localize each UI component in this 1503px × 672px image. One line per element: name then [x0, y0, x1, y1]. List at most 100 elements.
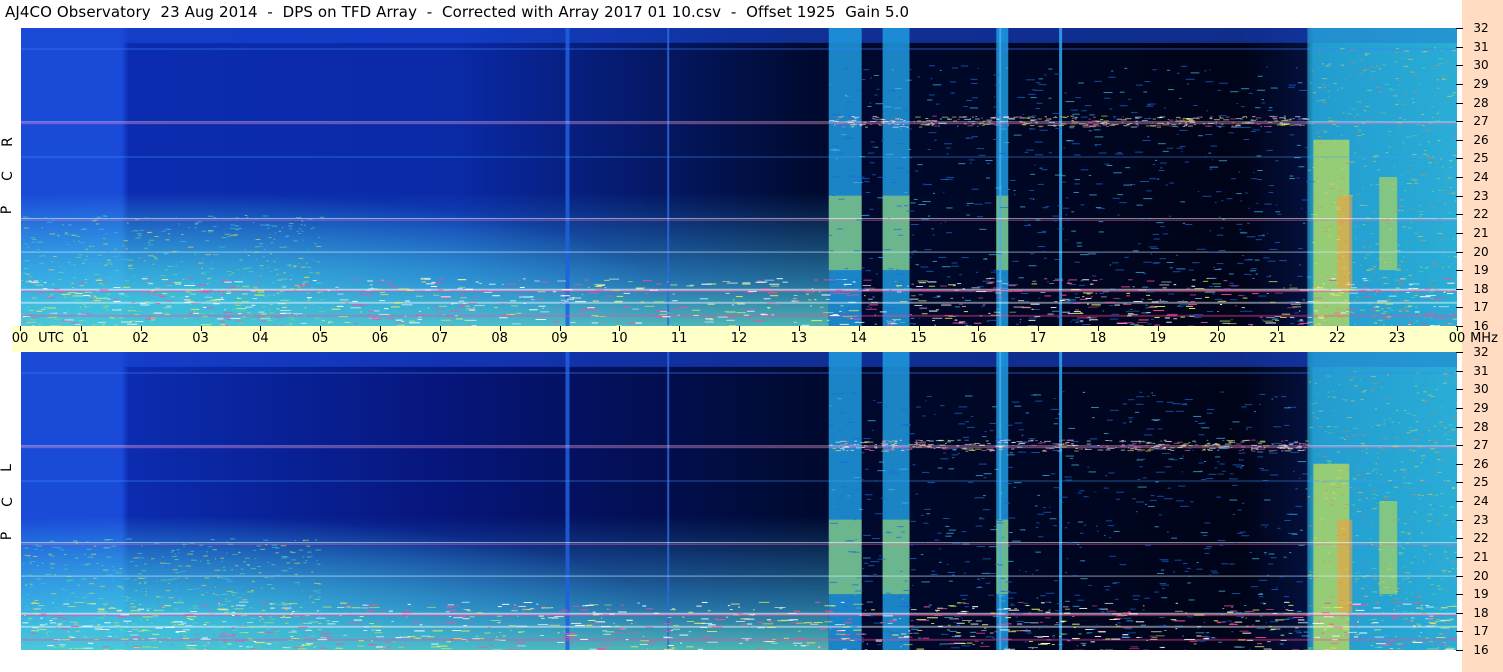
noise-speck: [1245, 121, 1255, 123]
noise-speck: [1243, 139, 1250, 141]
noise-speck: [1206, 110, 1209, 112]
noise-speck: [1035, 505, 1038, 507]
noise-speck: [365, 610, 375, 612]
noise-speck: [118, 254, 120, 256]
noise-speck: [1300, 207, 1302, 209]
noise-speck: [107, 218, 110, 220]
noise-speck: [200, 291, 211, 293]
noise-speck: [892, 445, 894, 447]
noise-speck: [597, 621, 606, 623]
noise-speck: [282, 285, 288, 287]
noise-speck: [829, 419, 833, 421]
noise-speck: [717, 316, 728, 318]
noise-speck: [892, 634, 899, 636]
noise-speck: [255, 258, 258, 260]
noise-speck: [478, 646, 484, 648]
noise-speck: [731, 304, 735, 306]
noise-speck: [269, 603, 277, 605]
noise-speck: [1196, 116, 1202, 118]
noise-speck: [1317, 286, 1320, 288]
noise-speck: [1259, 403, 1261, 405]
noise-speck: [1200, 532, 1208, 534]
noise-speck: [1178, 305, 1180, 307]
noise-speck: [920, 554, 924, 556]
noise-speck: [1153, 238, 1160, 240]
noise-speck: [1321, 607, 1332, 609]
noise-speck: [1255, 637, 1267, 639]
noise-speck: [1227, 611, 1235, 613]
noise-speck: [1007, 117, 1014, 119]
noise-speck: [1124, 628, 1133, 630]
noise-speck: [853, 629, 862, 631]
noise-speck: [445, 611, 450, 613]
noise-speck: [167, 265, 173, 267]
noise-speck: [742, 282, 751, 284]
noise-speck: [167, 233, 171, 235]
noise-speck: [1034, 89, 1044, 91]
noise-speck: [1421, 124, 1425, 126]
noise-speck: [1394, 259, 1398, 261]
noise-speck: [974, 497, 977, 499]
noise-speck: [401, 321, 405, 323]
noise-speck: [1173, 318, 1178, 320]
noise-speck: [1003, 188, 1007, 190]
noise-speck: [1400, 210, 1404, 212]
noise-speck: [417, 318, 423, 320]
noise-speck: [1075, 321, 1079, 323]
noise-speck: [1223, 445, 1230, 447]
noise-speck: [925, 400, 927, 402]
noise-speck: [499, 317, 508, 319]
noise-speck: [1213, 286, 1221, 288]
noise-speck: [1272, 118, 1278, 120]
noise-speck: [189, 619, 194, 621]
noise-speck: [1031, 648, 1034, 650]
noise-speck: [1008, 284, 1018, 286]
noise-speck: [1109, 440, 1113, 442]
noise-speck: [1254, 446, 1260, 448]
noise-speck: [855, 586, 862, 588]
noise-speck: [1315, 312, 1320, 314]
noise-speck: [1030, 622, 1039, 624]
noise-speck: [761, 288, 770, 290]
noise-speck: [1007, 560, 1014, 562]
noise-speck: [994, 563, 999, 565]
spectrogram-rcp-panel: [21, 28, 1457, 326]
noise-speck: [1142, 286, 1149, 288]
noise-speck: [121, 258, 128, 260]
noise-speck: [938, 125, 940, 127]
noise-speck: [1098, 231, 1104, 233]
noise-speck: [916, 446, 923, 448]
noise-speck: [1202, 123, 1206, 125]
noise-speck: [25, 273, 30, 275]
noise-speck: [1119, 105, 1128, 107]
noise-speck: [1176, 306, 1184, 308]
noise-speck: [1040, 602, 1045, 604]
noise-speck: [997, 441, 1001, 443]
noise-speck: [371, 640, 373, 642]
noise-speck: [31, 602, 40, 604]
noise-speck: [714, 618, 718, 620]
noise-speck: [72, 295, 84, 297]
noise-speck: [941, 447, 946, 449]
noise-speck: [310, 228, 313, 230]
noise-speck: [379, 291, 386, 293]
noise-speck: [1134, 447, 1137, 449]
noise-speck: [1255, 302, 1259, 304]
noise-speck: [1007, 282, 1010, 284]
noise-speck: [1189, 121, 1192, 123]
noise-speck: [553, 321, 560, 323]
noise-speck: [1000, 629, 1011, 631]
noise-speck: [1017, 443, 1020, 445]
noise-speck: [1071, 319, 1081, 321]
noise-speck: [1447, 605, 1457, 607]
noise-speck: [837, 123, 839, 125]
noise-speck: [958, 602, 966, 604]
noise-speck: [457, 615, 468, 617]
noise-speck: [166, 305, 172, 307]
noise-speck: [1071, 120, 1075, 122]
noise-speck: [842, 115, 844, 117]
noise-speck: [602, 630, 607, 632]
noise-speck: [210, 261, 213, 263]
noise-speck: [1364, 257, 1367, 259]
noise-speck: [297, 286, 301, 288]
